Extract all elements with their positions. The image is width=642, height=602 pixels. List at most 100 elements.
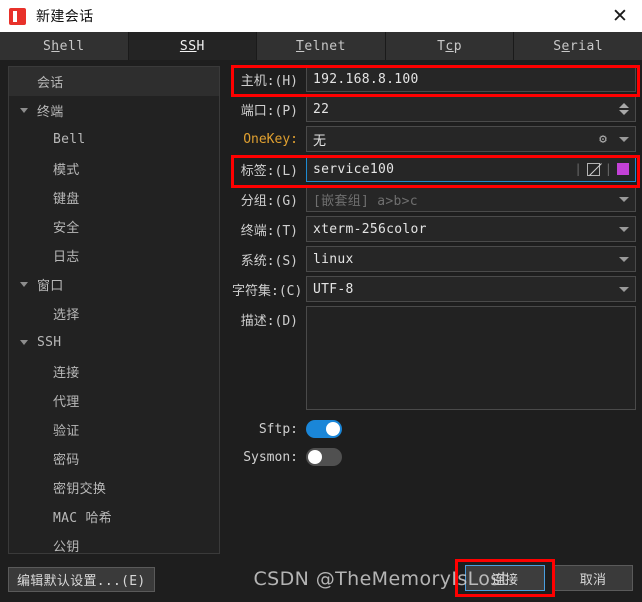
port-row: 端口:(P) 22 <box>232 96 636 122</box>
chevron-down-icon[interactable] <box>619 196 629 202</box>
gear-icon[interactable]: ⚙ <box>599 132 607 147</box>
sidebar-item-key-exchange[interactable]: 密钥交换 <box>9 473 219 502</box>
sidebar-item-label: Bell <box>53 132 86 147</box>
chevron-down-icon[interactable] <box>17 278 31 292</box>
sidebar-item-label: 密钥交换 <box>53 482 107 497</box>
description-row: 描述:(D) <box>232 306 636 410</box>
sidebar-item-label: 验证 <box>53 424 80 439</box>
window-title: 新建会话 <box>36 9 94 25</box>
sidebar-item-label: 会话 <box>37 76 64 91</box>
description-label: 描述:(D) <box>240 314 298 329</box>
sidebar-item-connection[interactable]: 连接 <box>9 357 219 386</box>
chevron-down-icon[interactable] <box>17 104 31 118</box>
sidebar-item-label: 选择 <box>53 308 80 323</box>
charset-select[interactable]: UTF-8 <box>306 276 636 302</box>
terminal-label: 终端:(T) <box>240 223 298 239</box>
onekey-select[interactable]: 无 ⚙ <box>306 126 636 152</box>
tag-input[interactable]: service100 | | <box>306 156 636 182</box>
tab-serial[interactable]: Se rial <box>514 32 642 60</box>
description-textarea[interactable] <box>306 306 636 410</box>
ssh-settings-form: 主机:(H) 192.168.8.100 端口:(P) 22 OneKey: 无… <box>232 66 636 472</box>
port-input[interactable]: 22 <box>306 96 636 122</box>
sftp-row: Sftp: <box>232 416 636 442</box>
sidebar-item-window[interactable]: 窗口 <box>9 270 219 299</box>
host-label: 主机:(H) <box>240 73 298 89</box>
chevron-down-icon[interactable] <box>619 136 629 142</box>
sysmon-label: Sysmon: <box>243 449 298 465</box>
edit-defaults-button[interactable]: 编辑默认设置...(E) <box>8 567 155 592</box>
tag-row: 标签:(L) service100 | | <box>232 156 636 182</box>
sysmon-toggle[interactable] <box>306 448 342 466</box>
no-image-icon[interactable] <box>586 162 600 176</box>
sidebar-item-auth[interactable]: 验证 <box>9 415 219 444</box>
tab-shell[interactable]: Sh ell <box>0 32 129 60</box>
port-label: 端口:(P) <box>240 103 298 119</box>
new-session-icon <box>9 7 26 25</box>
sidebar-item-keyboard[interactable]: 键盘 <box>9 183 219 212</box>
sidebar-item-log[interactable]: 日志 <box>9 241 219 270</box>
onekey-value: 无 <box>313 133 327 149</box>
sidebar-item-label: 公钥 <box>53 540 80 554</box>
charset-value: UTF-8 <box>313 281 354 297</box>
group-label: 分组:(G) <box>240 193 298 209</box>
sidebar-item-selection[interactable]: 选择 <box>9 299 219 328</box>
chevron-down-icon[interactable] <box>17 336 31 350</box>
protocol-tab-bar: Sh ell SS H Telnet Tcp Se rial <box>0 32 642 60</box>
sidebar-item-label: 终端 <box>37 105 64 120</box>
stepper-down-icon[interactable] <box>619 110 629 115</box>
host-input[interactable]: 192.168.8.100 <box>306 66 636 92</box>
terminal-select[interactable]: xterm-256color <box>306 216 636 242</box>
sidebar-item-terminal[interactable]: 终端 <box>9 96 219 125</box>
system-value: linux <box>313 251 354 267</box>
sidebar-item-label: MAC 哈希 <box>53 511 113 526</box>
connect-button[interactable]: 连接 <box>465 565 545 591</box>
tab-telnet[interactable]: Telnet <box>257 32 386 60</box>
chevron-down-icon[interactable] <box>619 286 629 292</box>
group-row: 分组:(G) [嵌套组] a>b>c <box>232 186 636 212</box>
onekey-row: OneKey: 无 ⚙ <box>232 126 636 152</box>
sidebar-item-proxy[interactable]: 代理 <box>9 386 219 415</box>
sidebar-item-label: 窗口 <box>37 279 64 294</box>
sysmon-row: Sysmon: <box>232 444 636 470</box>
system-label: 系统:(S) <box>240 253 298 269</box>
sidebar-item-label: 日志 <box>53 250 80 265</box>
sidebar-item-label: 连接 <box>53 366 80 381</box>
divider: | <box>604 162 612 176</box>
title-bar: 新建会话 ✕ <box>0 0 642 32</box>
port-stepper[interactable] <box>619 103 629 115</box>
sidebar-item-label: 代理 <box>53 395 80 410</box>
sftp-label: Sftp: <box>258 421 298 437</box>
host-value: 192.168.8.100 <box>313 71 419 87</box>
expander-icon <box>17 75 31 89</box>
charset-row: 字符集:(C) UTF-8 <box>232 276 636 302</box>
divider: | <box>574 162 582 176</box>
tag-tools: | | <box>575 162 629 176</box>
system-select[interactable]: linux <box>306 246 636 272</box>
tab-tcp[interactable]: Tcp <box>385 32 515 60</box>
sidebar-item-ssh[interactable]: SSH <box>9 328 219 357</box>
sidebar-item-bell[interactable]: Bell <box>9 125 219 154</box>
color-swatch[interactable] <box>617 163 629 175</box>
group-input[interactable]: [嵌套组] a>b>c <box>306 186 636 212</box>
cancel-button[interactable]: 取消 <box>553 565 633 591</box>
tag-label: 标签:(L) <box>240 163 298 179</box>
sidebar-item-label: 安全 <box>53 221 80 236</box>
host-row: 主机:(H) 192.168.8.100 <box>232 66 636 92</box>
tab-ssh[interactable]: SS H <box>128 32 258 60</box>
sidebar-item-label: 键盘 <box>53 192 80 207</box>
sidebar-item-public-key[interactable]: 公钥 <box>9 531 219 554</box>
chevron-down-icon[interactable] <box>619 226 629 232</box>
sidebar-item-mode[interactable]: 模式 <box>9 154 219 183</box>
stepper-up-icon[interactable] <box>619 103 629 108</box>
close-icon[interactable]: ✕ <box>598 0 642 32</box>
sidebar-item-mac-hash[interactable]: MAC 哈希 <box>9 502 219 531</box>
sidebar-item-security[interactable]: 安全 <box>9 212 219 241</box>
sftp-toggle[interactable] <box>306 420 342 438</box>
sidebar-item-password[interactable]: 密码 <box>9 444 219 473</box>
settings-tree[interactable]: 会话 终端 Bell 模式 键盘 安全 日志 窗口 选择 SSH 连接 代理 验… <box>8 66 220 554</box>
onekey-label: OneKey: <box>243 131 298 147</box>
sidebar-item-session[interactable]: 会话 <box>9 67 219 96</box>
tag-value: service100 <box>313 161 395 177</box>
chevron-down-icon[interactable] <box>619 256 629 262</box>
terminal-value: xterm-256color <box>313 221 427 237</box>
